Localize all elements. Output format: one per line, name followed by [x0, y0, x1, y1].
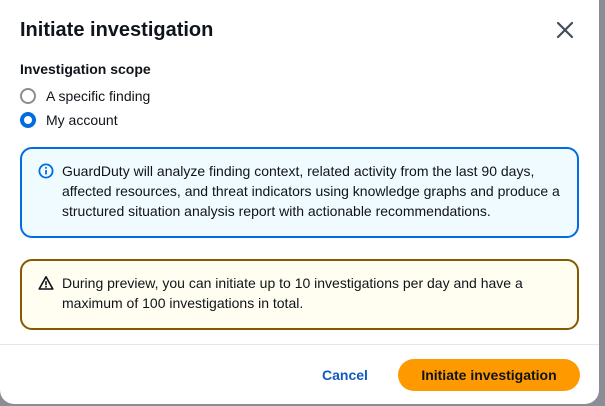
modal-header: Initiate investigation: [20, 16, 579, 46]
warning-alert: During preview, you can initiate up to 1…: [20, 259, 579, 330]
info-icon: [38, 163, 54, 179]
radio-specific-finding[interactable]: A specific finding: [20, 84, 579, 108]
close-button[interactable]: [553, 18, 577, 42]
warning-alert-text: During preview, you can initiate up to 1…: [62, 275, 523, 311]
investigation-scope-group: Investigation scope A specific finding M…: [20, 60, 579, 132]
info-alert-text: GuardDuty will analyze finding context, …: [62, 163, 560, 219]
radio-button-checked[interactable]: [20, 112, 36, 128]
footer-divider: [0, 344, 599, 345]
warning-icon: [38, 275, 54, 291]
info-alert: GuardDuty will analyze finding context, …: [20, 147, 579, 238]
radio-my-account[interactable]: My account: [20, 108, 579, 132]
radio-label: A specific finding: [46, 88, 151, 104]
initiate-investigation-modal: Initiate investigation Investigation sco…: [0, 0, 599, 404]
initiate-investigation-button[interactable]: Initiate investigation: [398, 359, 580, 391]
radio-button-unchecked[interactable]: [20, 88, 36, 104]
modal-title: Initiate investigation: [20, 19, 214, 41]
close-icon: [556, 21, 574, 39]
investigation-scope-label: Investigation scope: [20, 61, 151, 77]
radio-label: My account: [46, 112, 118, 128]
cancel-button[interactable]: Cancel: [312, 359, 378, 391]
